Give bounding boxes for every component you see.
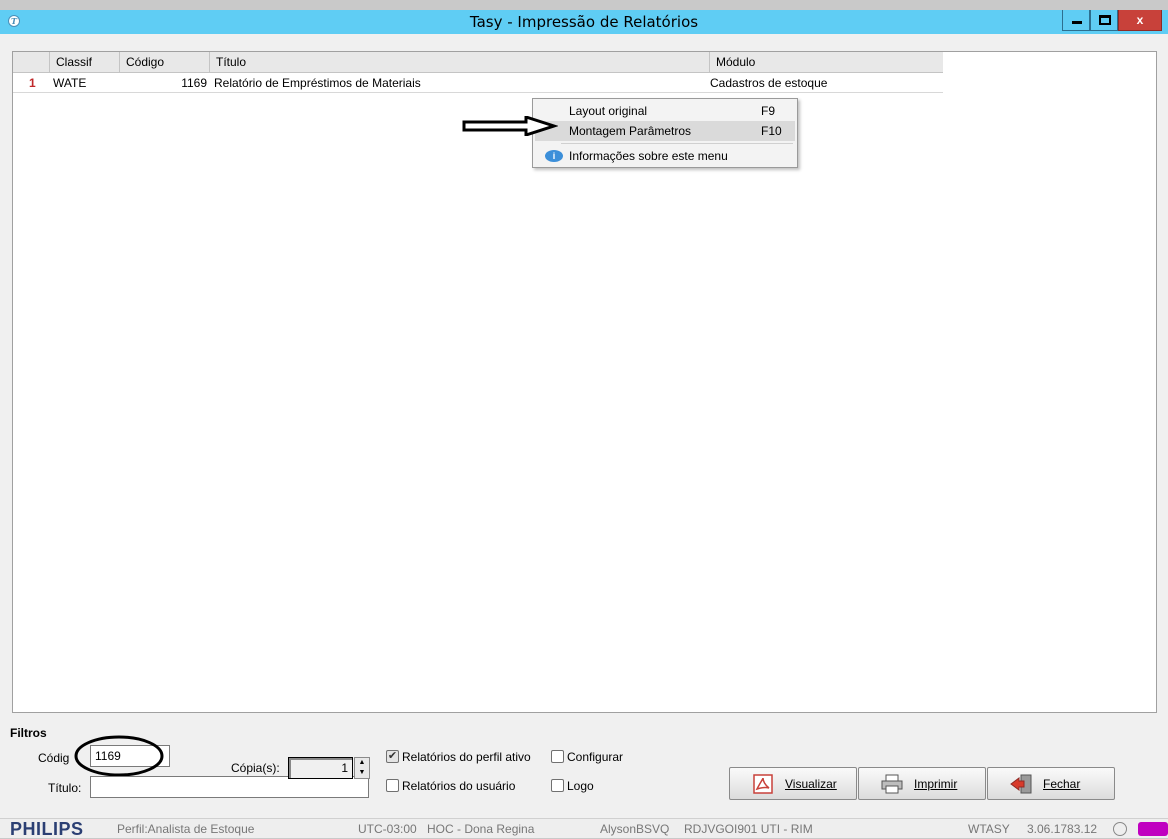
menu-item-informacoes[interactable]: i Informações sobre este menu: [535, 146, 795, 166]
cell-classif: WATE: [53, 76, 87, 90]
chk-configurar[interactable]: [551, 750, 564, 763]
column-header-modulo[interactable]: Módulo: [709, 52, 943, 73]
menu-item-layout-original[interactable]: Layout original F9: [535, 101, 795, 121]
window-title: Tasy - Impressão de Relatórios: [469, 13, 699, 31]
status-usuario: AlysonBSVQ: [600, 822, 670, 836]
annotation-arrow-icon: [462, 116, 558, 136]
imprimir-label: Imprimir: [914, 777, 958, 791]
title-bar[interactable]: T Tasy - Impressão de Relatórios x: [0, 10, 1168, 34]
status-perfil: Perfil:Analista de Estoque: [117, 822, 255, 836]
clock-icon[interactable]: [1113, 822, 1127, 836]
column-header-titulo[interactable]: Título: [209, 52, 709, 73]
cell-titulo: Relatório de Empréstimos de Materiais: [214, 76, 421, 90]
chk-perfil-ativo[interactable]: ✔: [386, 750, 399, 763]
copias-label: Cópia(s):: [231, 761, 280, 775]
close-button[interactable]: x: [1118, 10, 1162, 31]
maximize-button[interactable]: [1090, 10, 1118, 31]
stepper-up-icon[interactable]: ▲: [355, 758, 369, 768]
column-header-codigo[interactable]: Código: [119, 52, 209, 73]
fechar-button[interactable]: Fechar: [987, 767, 1115, 800]
status-bar: PHILIPS Perfil:Analista de Estoque UTC-0…: [0, 818, 1168, 839]
menu-separator: [561, 143, 793, 144]
menu-item-shortcut: F10: [761, 124, 782, 138]
grid-header: Classif Código Título Módulo: [13, 52, 943, 73]
status-maquina: RDJVGOI901 UTI - RIM: [684, 822, 813, 836]
philips-logo: PHILIPS: [10, 819, 84, 839]
printer-icon: [881, 774, 903, 794]
status-estabelecimento: HOC - Dona Regina: [427, 822, 535, 836]
annotation-ellipse-icon: [74, 735, 164, 777]
cell-modulo: Cadastros de estoque: [710, 76, 828, 90]
close-icon: x: [1136, 13, 1144, 27]
copias-stepper[interactable]: 1 ▲ ▼: [288, 757, 370, 779]
context-menu: Layout original F9 Montagem Parâmetros F…: [532, 98, 798, 168]
menu-item-shortcut: F9: [761, 104, 776, 118]
filtros-title: Filtros: [10, 726, 47, 740]
chk-logo[interactable]: [551, 779, 564, 792]
exit-door-icon: [1010, 774, 1032, 794]
titulo-input[interactable]: [90, 776, 369, 798]
menu-item-label: Layout original: [569, 104, 648, 118]
chk-perfil-ativo-label: Relatórios do perfil ativo: [402, 750, 531, 764]
minimize-icon: [1072, 21, 1082, 24]
cell-codigo: 1169: [181, 76, 207, 90]
status-versao: 3.06.1783.12: [1027, 822, 1098, 836]
minimize-button[interactable]: [1062, 10, 1090, 31]
column-header-classif[interactable]: Classif: [49, 52, 119, 73]
chk-configurar-label: Configurar: [567, 750, 624, 764]
row-number: 1: [29, 76, 36, 90]
stepper-buttons[interactable]: ▲ ▼: [354, 757, 370, 779]
visualizar-label: Visualizar: [785, 777, 837, 791]
menu-item-label: Montagem Parâmetros: [569, 124, 692, 138]
menu-item-label: Informações sobre este menu: [569, 149, 728, 163]
imprimir-button[interactable]: Imprimir: [858, 767, 986, 800]
fechar-label: Fechar: [1043, 777, 1081, 791]
chk-relatorios-usuario[interactable]: [386, 779, 399, 792]
table-row[interactable]: 1 WATE 1169 Relatório de Empréstimos de …: [13, 74, 943, 93]
chk-relatorios-usuario-label: Relatórios do usuário: [402, 779, 516, 793]
checkmark-icon: ✔: [387, 750, 398, 762]
copias-value[interactable]: 1: [288, 757, 353, 779]
pdf-icon: [753, 774, 773, 794]
stepper-down-icon[interactable]: ▼: [355, 768, 369, 778]
visualizar-button[interactable]: Visualizar: [729, 767, 857, 800]
chk-logo-label: Logo: [567, 779, 594, 793]
row-indicator-header: [13, 52, 49, 73]
codigo-label: Códig: [38, 751, 70, 765]
titulo-label: Título:: [48, 781, 82, 795]
status-sistema: WTASY: [968, 822, 1010, 836]
menu-item-montagem-parametros[interactable]: Montagem Parâmetros F10: [535, 121, 795, 141]
status-indicator[interactable]: [1138, 822, 1168, 836]
maximize-icon: [1099, 15, 1111, 25]
info-bubble-icon: i: [545, 150, 563, 162]
status-timezone: UTC-03:00: [358, 822, 417, 836]
app-window: T Tasy - Impressão de Relatórios x Class…: [0, 10, 1168, 839]
